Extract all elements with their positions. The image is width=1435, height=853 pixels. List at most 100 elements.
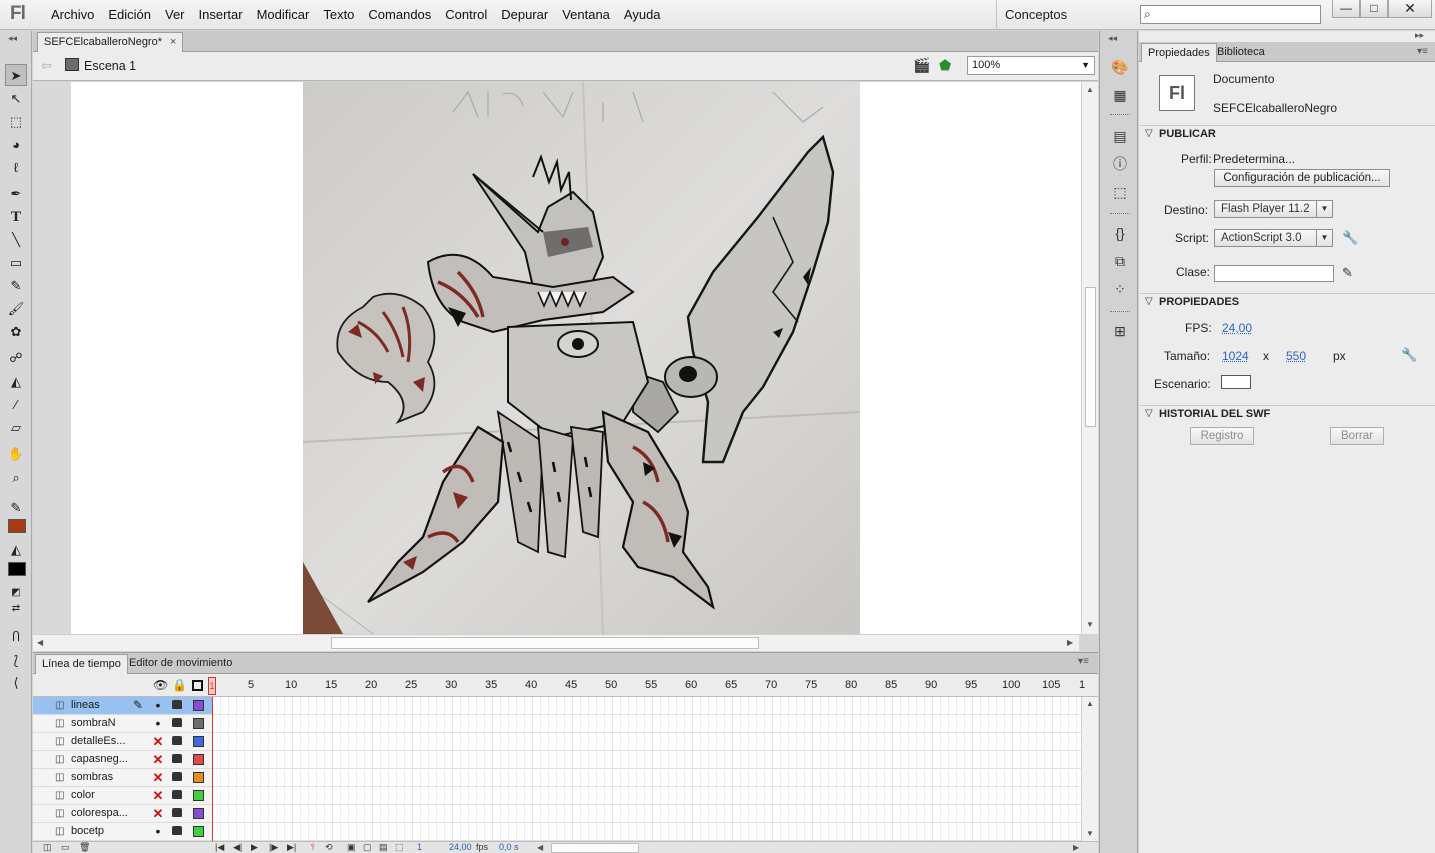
align-icon[interactable]: ▤ xyxy=(1110,126,1130,146)
first-frame-icon[interactable]: |◀ xyxy=(215,842,224,853)
line-tool-icon[interactable]: ╲ xyxy=(5,229,27,251)
publish-settings-button[interactable]: Configuración de publicación... xyxy=(1214,169,1390,187)
current-frame-value[interactable]: 1 xyxy=(417,842,422,852)
zoom-tool-icon[interactable]: ⌕ xyxy=(5,467,27,489)
panel-grip[interactable] xyxy=(1110,311,1130,314)
frame-grid[interactable] xyxy=(213,697,1081,841)
help-search-input[interactable]: ⌕ xyxy=(1140,5,1321,24)
code-snippets-icon[interactable]: {} xyxy=(1110,223,1130,243)
menu-control[interactable]: Control xyxy=(438,0,494,30)
straighten-icon[interactable]: ⟨ xyxy=(5,672,27,694)
scroll-left-arrow-icon[interactable]: ◀ xyxy=(537,843,543,852)
next-frame-icon[interactable]: |▶ xyxy=(269,842,278,853)
smooth-icon[interactable]: ⟅ xyxy=(5,650,27,672)
free-transform-tool-icon[interactable]: ⬚ xyxy=(5,111,27,133)
lock-icon[interactable] xyxy=(172,736,182,745)
scroll-thumb[interactable] xyxy=(1085,287,1096,427)
menu-ver[interactable]: Ver xyxy=(158,0,192,30)
lock-icon[interactable] xyxy=(172,754,182,763)
center-frame-icon[interactable]: ⫯ xyxy=(311,842,315,853)
lasso-tool-icon[interactable]: ℓ xyxy=(5,157,27,179)
onion-outline-icon[interactable]: ▢ xyxy=(363,842,372,853)
hidden-x-icon[interactable]: ✕ xyxy=(151,788,165,804)
menu-modificar[interactable]: Modificar xyxy=(250,0,317,30)
section-swf-history-header[interactable]: ▽ HISTORIAL DEL SWF xyxy=(1139,405,1435,423)
snap-magnet-icon[interactable]: Ⴖ xyxy=(5,626,27,648)
wrench-icon[interactable]: 🔧 xyxy=(1342,230,1358,246)
maximize-button[interactable]: □ xyxy=(1360,0,1388,18)
menu-insertar[interactable]: Insertar xyxy=(192,0,250,30)
target-select[interactable]: Flash Player 11.2 ▼ xyxy=(1214,200,1333,218)
workspace-switcher[interactable]: Conceptos básicos▼ xyxy=(996,0,1128,52)
scroll-left-arrow-icon[interactable]: ◀ xyxy=(37,638,43,647)
layer-row-color[interactable]: ◫ color ✕ xyxy=(33,787,213,805)
onion-markers-icon[interactable]: ⬚ xyxy=(395,842,404,853)
3d-rotation-tool-icon[interactable]: ◕ xyxy=(5,134,27,156)
motion-presets-icon[interactable]: ⁘ xyxy=(1110,279,1130,299)
hand-tool-icon[interactable]: ✋ xyxy=(5,443,27,465)
menu-archivo[interactable]: Archivo xyxy=(44,0,101,30)
scroll-thumb[interactable] xyxy=(551,843,639,853)
stage-horizontal-scrollbar[interactable]: ◀ ▶ xyxy=(33,634,1079,651)
layer-outline-color-icon[interactable] xyxy=(193,718,204,729)
clear-button[interactable]: Borrar xyxy=(1330,427,1384,445)
color-palette-icon[interactable]: 🎨 xyxy=(1110,57,1130,77)
fps-value[interactable]: 24,00 xyxy=(1222,321,1252,335)
panel-menu-icon[interactable]: ▾≡ xyxy=(1417,46,1428,57)
panel-menu-icon[interactable]: ▾≡ xyxy=(1078,656,1089,667)
stage-vertical-scrollbar[interactable]: ▲ ▼ xyxy=(1081,82,1098,634)
fill-color-swatch[interactable] xyxy=(8,562,26,576)
layer-outline-color-icon[interactable] xyxy=(193,826,204,837)
frame-ruler[interactable]: 5 10 15 20 25 30 35 40 45 50 55 60 65 70 75 80 85 90 95 100… xyxy=(33,675,1098,697)
lock-icon[interactable] xyxy=(172,700,182,709)
zoom-select[interactable]: 100% ▼ xyxy=(967,56,1095,75)
visibility-dot-icon[interactable]: • xyxy=(151,697,165,713)
movie-explorer-icon[interactable]: ⊞ xyxy=(1110,321,1130,341)
eraser-tool-icon[interactable]: ▱ xyxy=(5,417,27,439)
section-publish-header[interactable]: ▽ PUBLICAR xyxy=(1139,125,1435,143)
menu-edicion[interactable]: Edición xyxy=(101,0,158,30)
text-tool-icon[interactable]: T xyxy=(5,206,27,228)
scroll-down-arrow-icon[interactable]: ▼ xyxy=(1086,620,1094,629)
layer-row-detallees[interactable]: ◫ detalleEs... ✕ xyxy=(33,733,213,751)
new-layer-icon[interactable]: ◫ xyxy=(43,842,52,853)
new-folder-icon[interactable]: ▭ xyxy=(61,842,70,853)
menu-ventana[interactable]: Ventana xyxy=(555,0,617,30)
edit-multiple-frames-icon[interactable]: ▤ xyxy=(379,842,388,853)
menu-texto[interactable]: Texto xyxy=(316,0,361,30)
edit-symbol-icon[interactable]: ⬟ xyxy=(939,57,951,74)
onion-skin-icon[interactable]: ▣ xyxy=(347,842,356,853)
layer-outline-color-icon[interactable] xyxy=(193,808,204,819)
swatches-grid-icon[interactable]: ▦ xyxy=(1110,85,1130,105)
section-properties-header[interactable]: ▽ PROPIEDADES xyxy=(1139,293,1435,311)
layer-row-bocetp[interactable]: ◫ bocetp • xyxy=(33,823,213,841)
expand-arrows-icon[interactable]: ▸▸ xyxy=(1415,30,1424,41)
layer-outline-color-icon[interactable] xyxy=(193,772,204,783)
bone-tool-icon[interactable]: ☍ xyxy=(5,347,27,369)
rectangle-tool-icon[interactable]: ▭ xyxy=(5,252,27,274)
tab-motion-editor[interactable]: Editor de movimiento xyxy=(123,654,238,674)
subselection-tool-icon[interactable]: ↖ xyxy=(5,88,27,110)
hidden-x-icon[interactable]: ✕ xyxy=(151,752,165,768)
width-value[interactable]: 1024 xyxy=(1222,349,1249,363)
scroll-up-arrow-icon[interactable]: ▲ xyxy=(1086,699,1094,708)
class-input[interactable] xyxy=(1214,265,1334,282)
delete-layer-icon[interactable]: 🗑 xyxy=(79,842,90,853)
selection-tool-icon[interactable]: ➤ xyxy=(5,64,27,86)
hidden-x-icon[interactable]: ✕ xyxy=(151,806,165,822)
pencil-icon[interactable]: ✎ xyxy=(1342,265,1353,281)
layer-outline-color-icon[interactable] xyxy=(193,736,204,747)
stage-color-swatch[interactable] xyxy=(1221,375,1251,389)
minimize-button[interactable]: — xyxy=(1332,0,1360,18)
paint-bucket-tool-icon[interactable]: ◭ xyxy=(5,371,27,393)
scroll-thumb[interactable] xyxy=(331,637,759,649)
deco-tool-icon[interactable]: ✿ xyxy=(5,321,27,343)
close-window-button[interactable]: ✕ xyxy=(1388,0,1432,18)
pencil-tool-icon[interactable]: ✎ xyxy=(5,275,27,297)
collapse-arrows-icon[interactable]: ◂◂ xyxy=(1108,33,1117,44)
height-value[interactable]: 550 xyxy=(1286,349,1306,363)
transform-icon[interactable]: ⬚ xyxy=(1110,182,1130,202)
scroll-down-arrow-icon[interactable]: ▼ xyxy=(1086,829,1094,838)
brush-tool-icon[interactable]: 🖌 xyxy=(5,298,27,320)
frame-rate-value[interactable]: 24,00 xyxy=(449,842,472,852)
